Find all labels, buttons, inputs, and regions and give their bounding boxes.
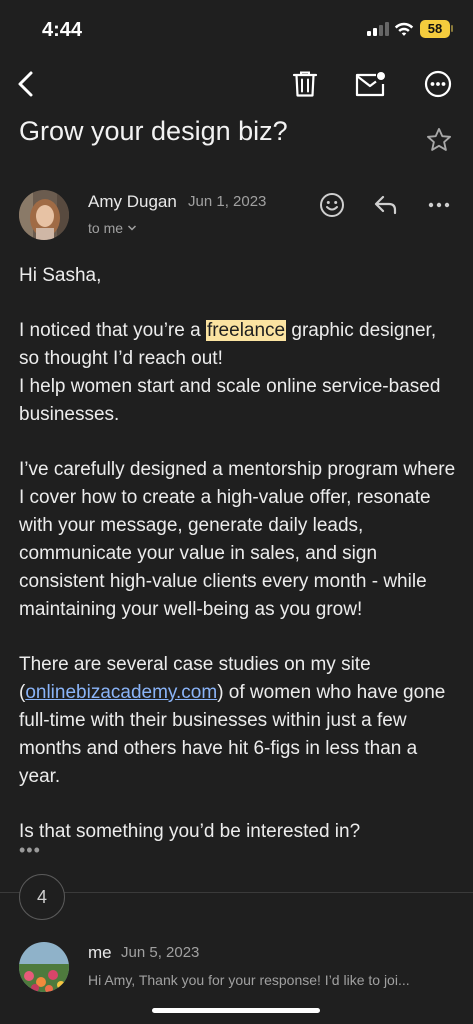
more-horizontal-icon bbox=[428, 202, 450, 208]
body-paragraph-program: I’ve carefully designed a mentorship pro… bbox=[19, 459, 456, 620]
mail-unread-icon bbox=[355, 72, 385, 97]
message-more-button[interactable] bbox=[424, 190, 454, 220]
sender-name[interactable]: Amy Dugan bbox=[88, 192, 177, 212]
battery-tip bbox=[451, 25, 453, 32]
status-bar: 4:44 58 bbox=[0, 0, 473, 60]
body-text: I help women start and scale online serv… bbox=[19, 376, 441, 425]
status-time: 4:44 bbox=[42, 19, 83, 41]
website-link[interactable]: onlinebizacademy.com bbox=[25, 682, 217, 703]
email-subject: Grow your design biz? bbox=[19, 116, 288, 146]
cellular-signal-icon bbox=[367, 22, 389, 36]
reply-snippet[interactable]: Hi Amy, Thank you for your response! I’d… bbox=[88, 972, 448, 988]
email-toolbar bbox=[0, 60, 473, 108]
sender-avatar[interactable] bbox=[19, 190, 69, 240]
recipient-label: to me bbox=[88, 220, 124, 236]
reply-button[interactable] bbox=[371, 190, 401, 220]
more-circle-icon bbox=[424, 70, 452, 98]
delete-button[interactable] bbox=[285, 64, 325, 104]
more-options-button[interactable] bbox=[418, 64, 458, 104]
body-paragraph-case-studies: There are several case studies on my sit… bbox=[19, 651, 459, 791]
react-button[interactable] bbox=[317, 190, 347, 220]
body-paragraph-question: Is that something you’d be interested in… bbox=[19, 821, 361, 842]
star-icon[interactable] bbox=[425, 126, 453, 154]
reply-icon bbox=[374, 195, 397, 215]
highlighted-search-term: freelance bbox=[205, 320, 287, 341]
mark-unread-button[interactable] bbox=[350, 64, 390, 104]
recipient-details-toggle[interactable]: to me bbox=[88, 220, 137, 236]
trash-icon bbox=[292, 71, 318, 97]
reply-date: Jun 5, 2023 bbox=[121, 944, 200, 961]
email-body: Hi Sasha, I noticed that you’re a freela… bbox=[19, 262, 459, 873]
body-paragraph-intro: I noticed that you’re a freelance graphi… bbox=[19, 317, 459, 429]
reply-sender-name[interactable]: me bbox=[88, 943, 112, 963]
body-greeting: Hi Sasha, bbox=[19, 265, 102, 286]
chevron-down-icon bbox=[127, 225, 137, 231]
sender-date: Jun 1, 2023 bbox=[188, 193, 267, 210]
body-text: I noticed that you’re a bbox=[19, 320, 206, 341]
back-button[interactable] bbox=[7, 64, 47, 104]
battery-indicator: 58 bbox=[420, 20, 450, 38]
collapsed-messages-count[interactable]: 4 bbox=[19, 874, 65, 920]
home-indicator[interactable] bbox=[152, 1008, 320, 1013]
smiley-icon bbox=[320, 193, 344, 217]
show-quoted-text-button[interactable]: ••• bbox=[19, 840, 41, 861]
reply-avatar[interactable] bbox=[19, 942, 69, 992]
wifi-icon bbox=[394, 22, 414, 36]
thread-divider bbox=[0, 892, 473, 893]
chevron-left-icon bbox=[18, 71, 33, 97]
